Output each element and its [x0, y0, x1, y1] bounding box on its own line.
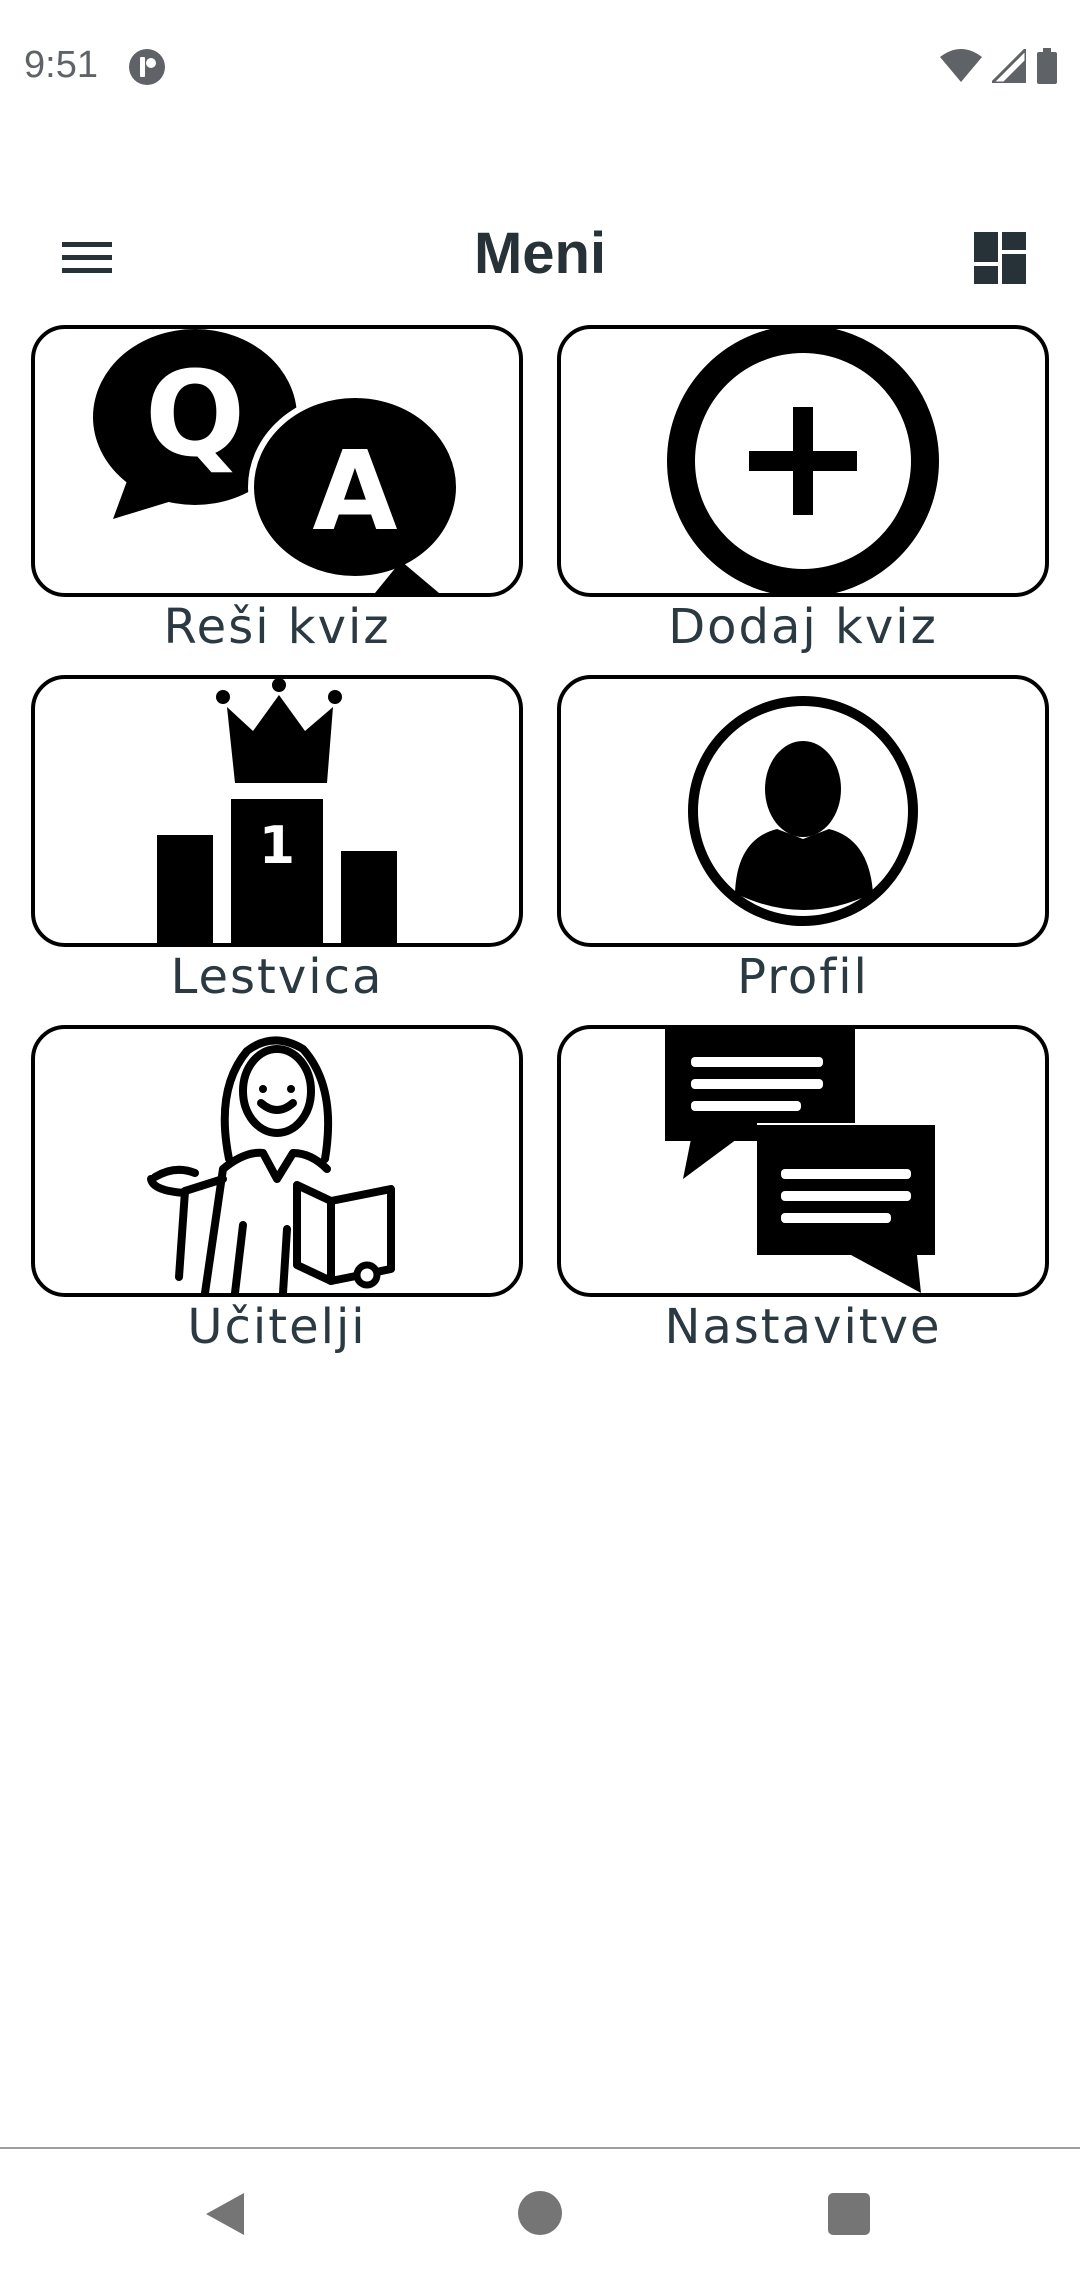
tile-teachers[interactable]: Učitelji [31, 1025, 523, 1357]
home-icon[interactable] [518, 2191, 562, 2235]
recents-icon[interactable] [828, 2193, 870, 2235]
chat-bubbles-icon [665, 1029, 937, 1293]
tile-label: Reši kviz [163, 599, 391, 655]
svg-text:A: A [312, 427, 397, 555]
status-bar: 9:51 [0, 0, 1080, 135]
tile-label: Lestvica [170, 949, 384, 1005]
tile-solve-quiz[interactable]: Q A Reši kviz [31, 325, 523, 657]
tile-label: Nastavitve [664, 1299, 942, 1355]
tile-leaderboard[interactable]: 1 Lestvica [31, 675, 523, 1007]
dashboard-icon[interactable] [972, 230, 1028, 286]
teacher-reading-icon [147, 1036, 395, 1293]
qa-bubbles-icon: Q A [93, 329, 462, 593]
podium-crown-icon: 1 [157, 679, 397, 943]
plus-circle-icon [667, 329, 939, 593]
tile-card[interactable]: Q A [31, 325, 523, 597]
system-nav-bar [0, 2149, 1080, 2280]
page-title: Meni [473, 221, 607, 286]
tile-card[interactable] [557, 325, 1049, 597]
tile-label: Dodaj kviz [668, 599, 938, 655]
back-icon[interactable] [200, 2189, 250, 2239]
battery-icon [1037, 48, 1057, 84]
tile-card[interactable] [557, 1025, 1049, 1297]
status-time: 9:51 [24, 44, 98, 86]
wifi-icon [940, 49, 982, 82]
svg-text:Q: Q [145, 345, 245, 483]
tile-settings[interactable]: Nastavitve [557, 1025, 1049, 1357]
cell-signal-icon [992, 49, 1026, 83]
user-circle-icon [688, 696, 918, 926]
tile-card[interactable] [31, 1025, 523, 1297]
toolbar: Meni [0, 200, 1080, 310]
tile-profile[interactable]: Profil [557, 675, 1049, 1007]
status-icons [940, 48, 1058, 84]
tile-card[interactable] [557, 675, 1049, 947]
app-notification-icon [129, 49, 165, 85]
tile-card[interactable]: 1 [31, 675, 523, 947]
tile-label: Učitelji [187, 1299, 367, 1355]
tile-add-quiz[interactable]: Dodaj kviz [557, 325, 1049, 657]
svg-text:1: 1 [259, 816, 295, 876]
menu-grid: Q A Reši kviz Dodaj kviz 1 Lestvica Prof… [31, 325, 1049, 1357]
tile-label: Profil [737, 949, 869, 1005]
